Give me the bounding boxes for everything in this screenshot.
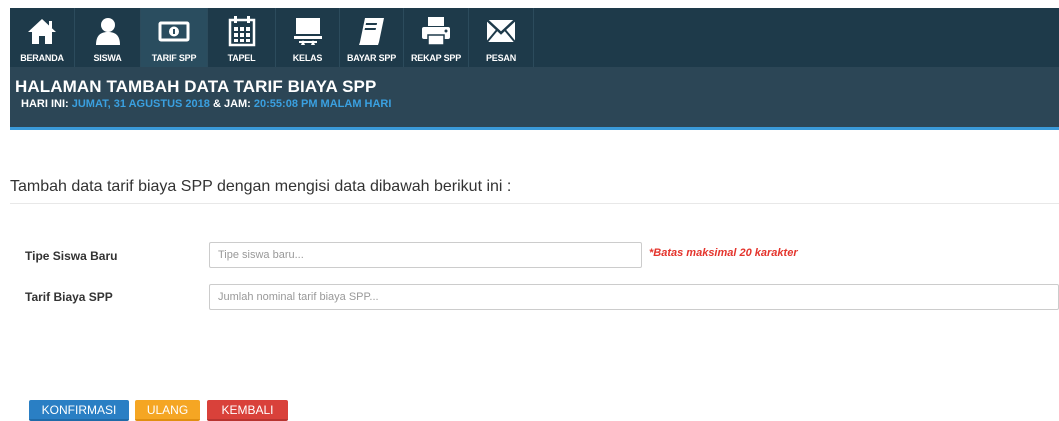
nav-item-beranda[interactable]: BERANDA [10, 8, 75, 67]
nav-item-label: SISWA [93, 53, 122, 63]
book-icon [352, 12, 392, 50]
page-header: HALAMAN TAMBAH DATA TARIF BIAYA SPP HARI… [10, 67, 1059, 130]
confirm-button[interactable]: KONFIRMASI [29, 400, 129, 421]
tarif-biaya-label: Tarif Biaya SPP [25, 290, 113, 304]
tipe-siswa-input[interactable] [209, 242, 642, 268]
nav-item-tarif-spp[interactable]: TARIF SPP [141, 8, 208, 67]
page: BERANDA SISWA TARIF SPP TAPEL KELAS BAYA… [0, 0, 1059, 421]
nav-item-label: PESAN [485, 53, 516, 63]
tipe-siswa-label: Tipe Siswa Baru [25, 249, 118, 263]
money-icon [154, 12, 194, 50]
date-prefix: HARI INI: [21, 98, 69, 110]
divider [10, 203, 1059, 204]
nav-item-siswa[interactable]: SISWA [75, 8, 141, 67]
print-icon [416, 12, 456, 50]
form-intro: Tambah data tarif biaya SPP dengan mengi… [10, 178, 512, 195]
nav-item-label: TARIF SPP [151, 53, 197, 63]
nav-item-rekap-spp[interactable]: REKAP SPP [404, 8, 469, 67]
nav-item-label: BAYAR SPP [346, 53, 397, 63]
reset-button[interactable]: ULANG [135, 400, 200, 421]
back-button[interactable]: KEMBALI [207, 400, 288, 421]
user-icon [88, 12, 128, 50]
nav-item-label: REKAP SPP [410, 53, 462, 63]
nav-item-label: BERANDA [20, 53, 64, 63]
time-prefix: & JAM: [212, 98, 251, 110]
classroom-icon [288, 12, 328, 50]
tarif-biaya-input[interactable] [209, 284, 1059, 310]
nav-item-label: KELAS [292, 53, 323, 63]
home-icon [22, 12, 62, 50]
time-value: 20:55:08 PM MALAM HARI [253, 98, 392, 110]
max-length-note: *Batas maksimal 20 karakter [649, 247, 798, 259]
nav-item-pesan[interactable]: PESAN [469, 8, 534, 67]
date-time-line: HARI INI: JUMAT, 31 AGUSTUS 2018 & JAM: … [15, 98, 1059, 110]
envelope-icon [481, 12, 521, 50]
nav-item-kelas[interactable]: KELAS [276, 8, 340, 67]
date-value: JUMAT, 31 AGUSTUS 2018 [71, 98, 210, 110]
nav-item-tapel[interactable]: TAPEL [208, 8, 276, 67]
page-title: HALAMAN TAMBAH DATA TARIF BIAYA SPP [15, 77, 377, 96]
nav-item-label: TAPEL [227, 53, 256, 63]
top-nav: BERANDA SISWA TARIF SPP TAPEL KELAS BAYA… [10, 8, 1059, 67]
calendar-icon [222, 12, 262, 50]
nav-item-bayar-spp[interactable]: BAYAR SPP [340, 8, 404, 67]
